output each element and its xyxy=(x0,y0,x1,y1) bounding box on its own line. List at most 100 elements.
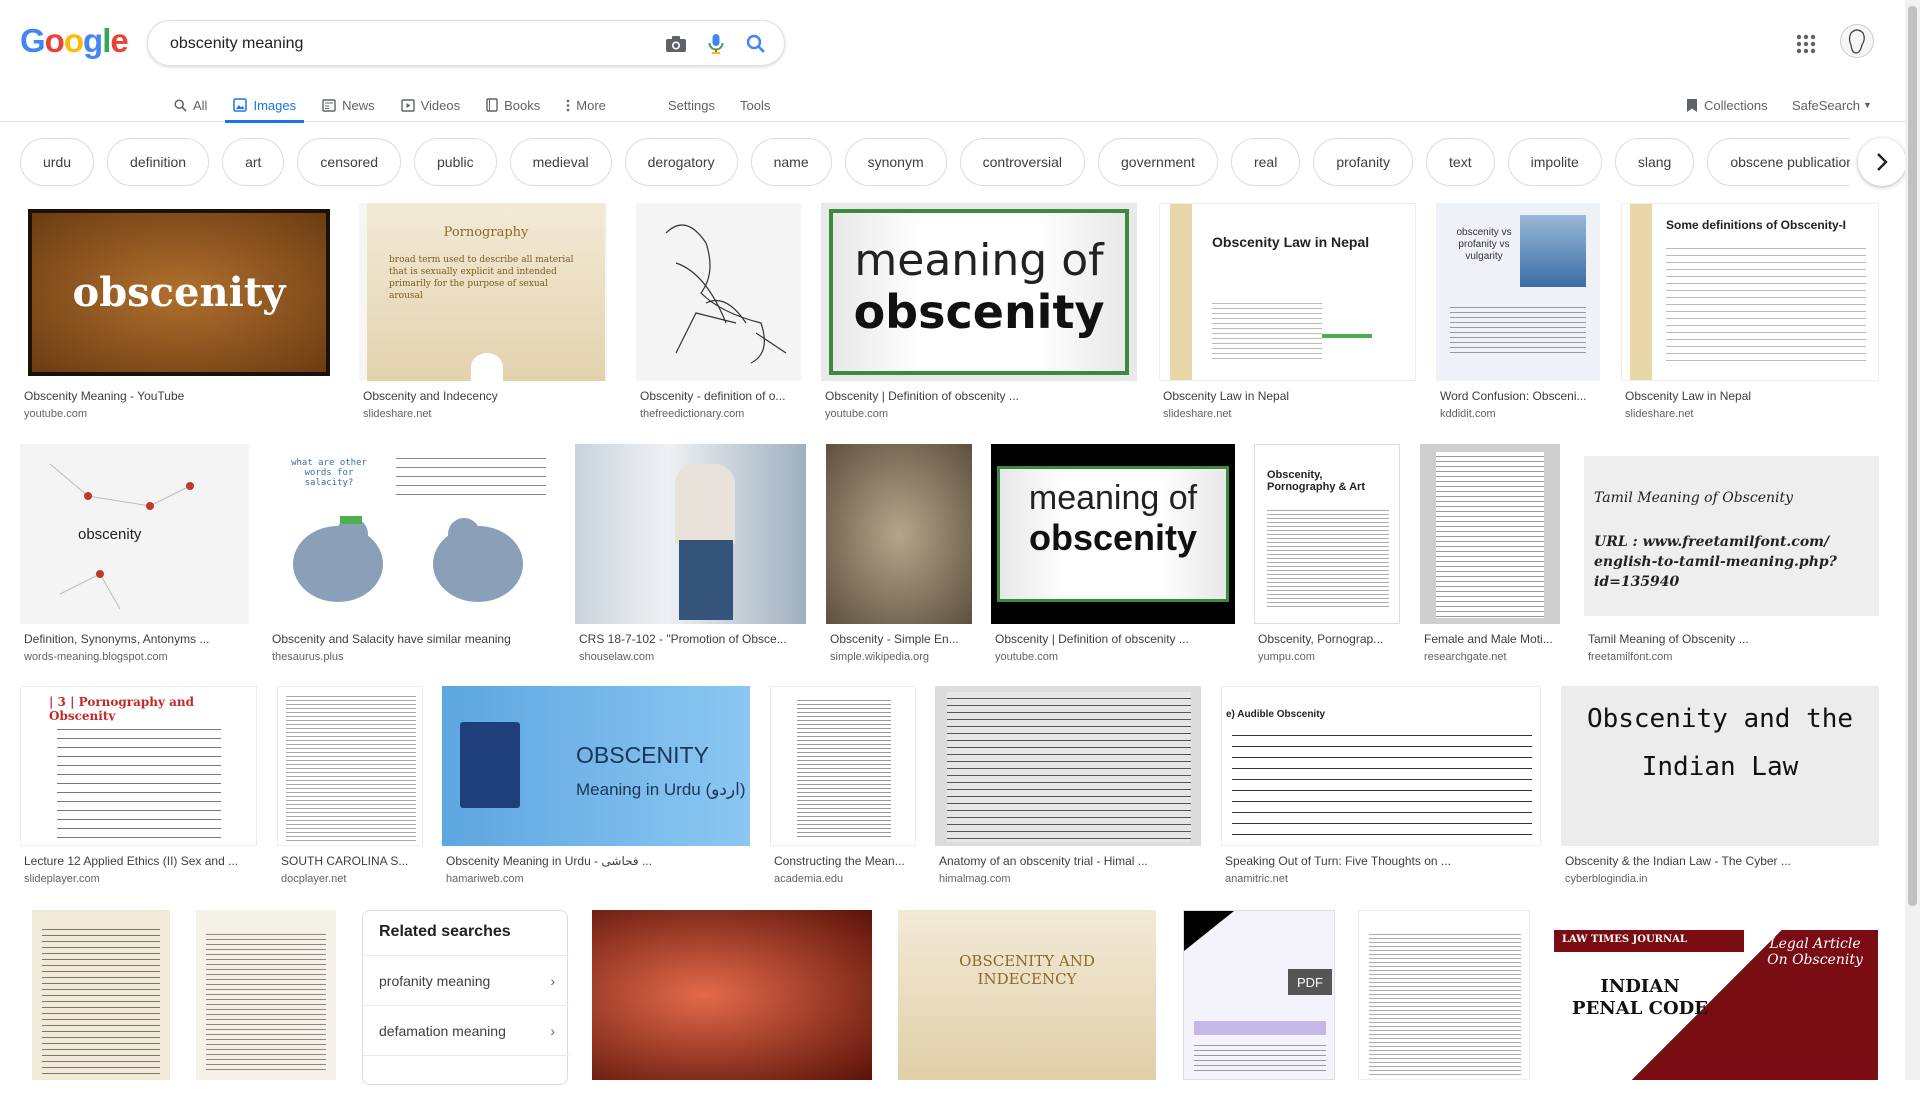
filter-chip[interactable]: art xyxy=(222,138,285,186)
image-caption: Obscenity | Definition of obscenity ... xyxy=(995,632,1189,646)
image-source: anamitric.net xyxy=(1225,873,1288,885)
image-result[interactable]: obscenity vs profanity vs vulgarity Word… xyxy=(1436,203,1618,425)
search-box[interactable] xyxy=(147,20,785,66)
google-logo[interactable]: Google xyxy=(20,22,129,62)
related-search-item[interactable] xyxy=(363,1055,569,1105)
image-result[interactable]: Tamil Meaning of Obscenity URL : www.fre… xyxy=(1584,444,1880,668)
image-result[interactable]: Pornography broad term used to describe … xyxy=(359,203,619,425)
image-result[interactable]: PDF xyxy=(1183,910,1335,1080)
filter-chip[interactable]: slang xyxy=(1614,138,1695,186)
image-result[interactable]: obscenity Obscenity Meaning - YouTube yo… xyxy=(20,203,338,425)
image-result[interactable]: Obscenity and the Indian Law Obscenity &… xyxy=(1561,686,1881,890)
image-source: youtube.com xyxy=(24,408,87,420)
image-result[interactable]: Obscenity - definition of o... thefreedi… xyxy=(636,203,804,425)
image-result[interactable]: Some definitions of Obscenity-I Obscenit… xyxy=(1621,203,1881,425)
filter-chip[interactable]: definition xyxy=(107,138,210,186)
page-scrollbar[interactable] xyxy=(1905,0,1920,1080)
image-result[interactable]: e) Audible Obscenity Speaking Out of Tur… xyxy=(1221,686,1543,890)
filter-chip[interactable]: public xyxy=(414,138,497,186)
image-caption: Obscenity and Salacity have similar mean… xyxy=(272,632,511,646)
search-icon xyxy=(174,98,187,112)
filter-chip[interactable]: name xyxy=(750,138,832,186)
image-caption: Obscenity - Simple En... xyxy=(830,632,959,646)
filter-chip[interactable]: text xyxy=(1426,138,1495,186)
news-icon xyxy=(322,98,336,112)
safesearch-menu[interactable]: SafeSearch ▼ xyxy=(1792,88,1872,122)
image-thumbnail: meaning of obscenity xyxy=(991,444,1235,624)
settings-link[interactable]: Settings xyxy=(668,88,715,122)
image-result[interactable]: Obscenity Law in Nepal Obscenity Law in … xyxy=(1159,203,1419,425)
image-thumbnail: e) Audible Obscenity xyxy=(1221,686,1541,846)
search-icon[interactable] xyxy=(744,32,768,56)
image-thumbnail: obscenity xyxy=(20,444,249,624)
tools-link[interactable]: Tools xyxy=(740,88,770,122)
filter-chip[interactable]: profanity xyxy=(1313,138,1414,186)
collections-link[interactable]: Collections xyxy=(1686,88,1768,122)
filter-chip[interactable]: censored xyxy=(297,138,402,186)
scrollbar-thumb[interactable] xyxy=(1908,6,1917,906)
image-caption: Lecture 12 Applied Ethics (II) Sex and .… xyxy=(24,854,239,868)
related-searches-title: Related searches xyxy=(379,923,511,940)
tab-images[interactable]: Images xyxy=(225,88,304,123)
more-vert-icon xyxy=(566,99,570,112)
image-result[interactable]: Obscenity, Pornography & Art Obscenity, … xyxy=(1254,444,1402,668)
filter-chip[interactable]: urdu xyxy=(20,138,95,186)
filter-chip[interactable]: controversial xyxy=(959,138,1086,186)
image-source: cyberblogindia.in xyxy=(1565,873,1648,885)
image-result[interactable]: meaning of obscenity Obscenity | Definit… xyxy=(991,444,1237,668)
filter-chip[interactable]: obscene publications act xyxy=(1707,138,1850,186)
tab-all[interactable]: All xyxy=(166,88,215,122)
image-result[interactable]: what are other words for salacity? Obsce… xyxy=(268,444,556,668)
chips-next-button[interactable] xyxy=(1858,138,1906,186)
image-thumbnail: Tamil Meaning of Obscenity URL : www.fre… xyxy=(1584,444,1879,624)
camera-icon[interactable] xyxy=(664,32,688,56)
avatar[interactable] xyxy=(1840,24,1874,58)
image-thumbnail: OBSCENITY Meaning in Urdu (اردو) xyxy=(442,686,750,846)
image-result[interactable]: Anatomy of an obscenity trial - Himal ..… xyxy=(935,686,1203,890)
image-result[interactable]: Obscenity - Simple En... simple.wikipedi… xyxy=(826,444,974,668)
filter-chip[interactable]: derogatory xyxy=(624,138,738,186)
image-result[interactable]: obscenity Definition, Synonyms, Antonyms… xyxy=(20,444,252,668)
image-result[interactable]: Female and Male Moti... researchgate.net xyxy=(1420,444,1566,668)
logo-letter: e xyxy=(110,22,128,59)
related-search-item[interactable]: defamation meaning › xyxy=(363,1005,569,1055)
image-result[interactable] xyxy=(592,910,872,1080)
filter-chip[interactable]: impolite xyxy=(1507,138,1602,186)
tab-more[interactable]: More xyxy=(558,88,614,122)
image-result[interactable] xyxy=(1358,910,1530,1080)
apps-grid-icon[interactable] xyxy=(1794,32,1818,56)
image-caption: Obscenity - definition of o... xyxy=(640,389,786,403)
image-result[interactable]: meaning of obscenity Obscenity | Definit… xyxy=(821,203,1139,425)
filter-chip[interactable]: synonym xyxy=(844,138,947,186)
image-source: slideplayer.com xyxy=(24,873,100,885)
image-source: words-meaning.blogspot.com xyxy=(24,651,168,663)
image-result[interactable] xyxy=(32,910,170,1080)
tab-books[interactable]: Books xyxy=(478,88,548,122)
image-source: yumpu.com xyxy=(1258,651,1315,663)
image-source: slideshare.net xyxy=(1163,408,1232,420)
image-result[interactable]: | 3 | Pornography and Obscenity Lecture … xyxy=(20,686,260,890)
filter-chip[interactable]: real xyxy=(1230,138,1301,186)
image-source: thesaurus.plus xyxy=(272,651,344,663)
filter-chip[interactable]: medieval xyxy=(509,138,612,186)
image-result[interactable]: OBSCENITY Meaning in Urdu (اردو) Obsceni… xyxy=(442,686,752,890)
image-thumbnail: | 3 | Pornography and Obscenity xyxy=(20,686,257,846)
image-result[interactable]: LAW TIMES JOURNAL INDIAN PENAL CODE Lega… xyxy=(1550,910,1880,1080)
image-result[interactable]: OBSCENITY AND INDECENCY xyxy=(898,910,1156,1080)
tab-news[interactable]: News xyxy=(314,88,383,122)
microphone-icon[interactable] xyxy=(704,32,728,56)
image-caption: Speaking Out of Turn: Five Thoughts on .… xyxy=(1225,854,1451,868)
image-result[interactable] xyxy=(196,910,336,1080)
related-search-item[interactable]: profanity meaning › xyxy=(363,955,569,1005)
tab-videos[interactable]: Videos xyxy=(393,88,469,122)
image-thumbnail xyxy=(592,910,872,1080)
logo-letter: l xyxy=(102,22,111,59)
caret-down-icon: ▼ xyxy=(1862,100,1872,110)
image-result[interactable]: SOUTH CAROLINA S... docplayer.net xyxy=(277,686,425,890)
image-caption: Constructing the Mean... xyxy=(774,854,905,868)
search-input[interactable] xyxy=(168,33,628,55)
image-result[interactable]: CRS 18-7-102 - "Promotion of Obsce... sh… xyxy=(575,444,807,668)
image-result[interactable]: Constructing the Mean... academia.edu xyxy=(770,686,918,890)
filter-chip[interactable]: government xyxy=(1098,138,1218,186)
image-thumbnail xyxy=(196,910,336,1080)
